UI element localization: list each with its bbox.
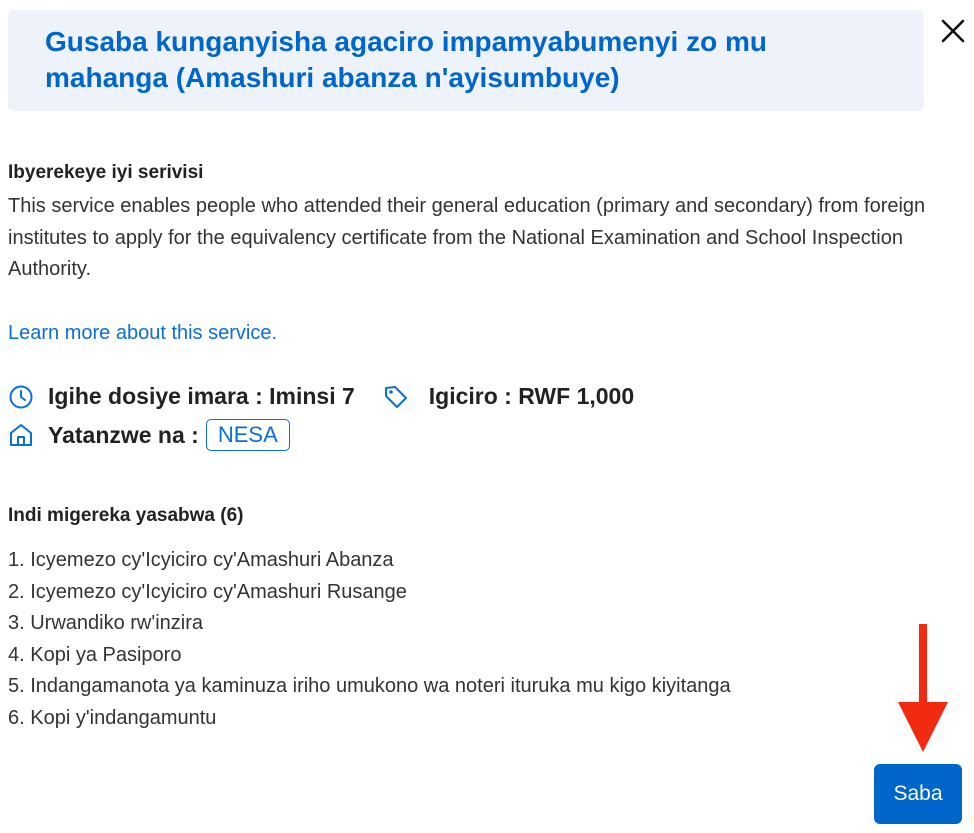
title-banner: Gusaba kunganyisha agaciro impamyabumeny… bbox=[8, 10, 924, 111]
provider-label: Yatanzwe na : bbox=[48, 421, 199, 448]
document-item: 5. Indangamanota ya kaminuza iriho umuko… bbox=[8, 675, 731, 698]
required-documents-list: 1. Icyemezo cy'Icyiciro cy'Amashuri Aban… bbox=[8, 545, 731, 735]
document-item: 2. Icyemezo cy'Icyiciro cy'Amashuri Rusa… bbox=[8, 580, 407, 603]
provider-row: Yatanzwe na : NESA bbox=[8, 419, 290, 451]
document-item: 3. Urwandiko rw'inzira bbox=[8, 612, 203, 635]
provider-badge: NESA bbox=[205, 419, 290, 451]
document-item: 4. Kopi ya Pasiporo bbox=[8, 643, 182, 666]
home-icon bbox=[8, 422, 34, 448]
close-button[interactable] bbox=[936, 14, 970, 48]
clock-icon bbox=[8, 384, 34, 410]
service-modal: Gusaba kunganyisha agaciro impamyabumeny… bbox=[0, 0, 974, 833]
modal-title: Gusaba kunganyisha agaciro impamyabumeny… bbox=[45, 26, 767, 93]
price-tag-icon bbox=[383, 384, 409, 410]
learn-more-link[interactable]: Learn more about this service. bbox=[8, 322, 277, 345]
close-icon bbox=[941, 19, 965, 43]
service-meta-row: Igihe dosiye imara : Iminsi 7 Igiciro : … bbox=[8, 383, 634, 410]
service-price: Igiciro : RWF 1,000 bbox=[428, 383, 635, 409]
apply-button[interactable]: Saba bbox=[874, 764, 962, 824]
down-arrow-icon bbox=[898, 624, 948, 752]
required-documents-heading: Indi migereka yasabwa (6) bbox=[8, 505, 244, 526]
description-text: This service enables people who attended… bbox=[8, 195, 926, 280]
document-item: 6. Kopi y'indangamuntu bbox=[8, 706, 217, 729]
description-heading: Ibyerekeye iyi serivisi bbox=[8, 162, 204, 183]
processing-time: Igihe dosiye imara : Iminsi 7 bbox=[48, 383, 355, 409]
document-item: 1. Icyemezo cy'Icyiciro cy'Amashuri Aban… bbox=[8, 549, 394, 571]
